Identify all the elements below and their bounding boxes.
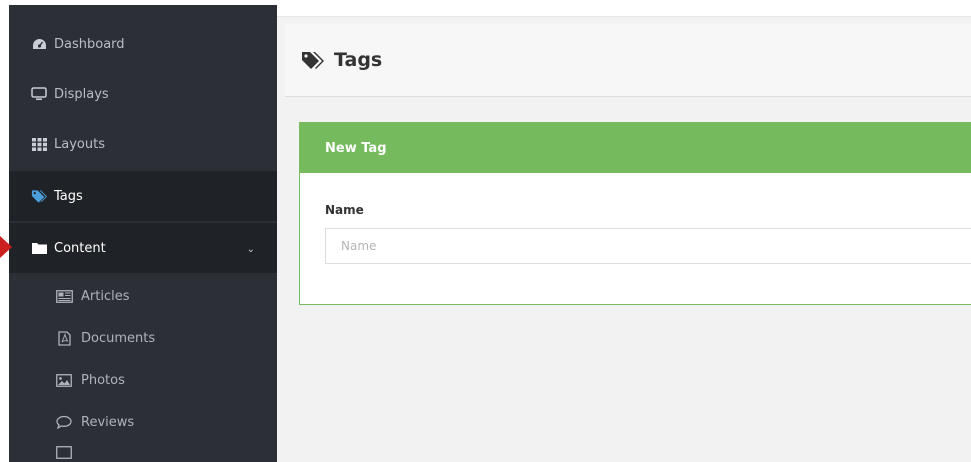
sidebar-item-label: Dashboard xyxy=(54,36,125,52)
sidebar-subitem-label: Reviews xyxy=(81,414,135,430)
newspaper-icon xyxy=(55,289,73,303)
film-icon xyxy=(55,446,73,460)
sidebar-item-content[interactable]: Content ⌄ xyxy=(9,223,277,273)
folder-icon xyxy=(31,241,47,255)
pdf-document-icon xyxy=(55,330,73,346)
comment-icon xyxy=(55,415,73,429)
sidebar-subitem-label: Documents xyxy=(81,330,156,346)
tags-icon xyxy=(31,189,47,203)
sidebar-item-layouts[interactable]: Layouts xyxy=(9,119,277,169)
sidebar: Dashboard Displays Layouts Tags Content … xyxy=(9,5,277,462)
sidebar-subitem-partial[interactable] xyxy=(9,443,277,462)
tags-icon xyxy=(301,51,325,69)
image-icon xyxy=(55,373,73,387)
dashboard-icon xyxy=(31,37,47,51)
page-title: Tags xyxy=(301,49,382,71)
sidebar-subitem-label: Articles xyxy=(81,288,130,304)
sidebar-item-label: Layouts xyxy=(54,136,105,152)
name-input[interactable] xyxy=(325,228,971,264)
sidebar-item-displays[interactable]: Displays xyxy=(9,69,277,119)
sidebar-subitem-label: Photos xyxy=(81,372,125,388)
red-pointer-arrow xyxy=(0,236,12,258)
page-title-text: Tags xyxy=(334,49,383,71)
panel-heading: New Tag xyxy=(300,123,971,173)
sidebar-item-label: Displays xyxy=(54,86,109,102)
sidebar-subitem-photos[interactable]: Photos xyxy=(9,359,277,401)
panel-title: New Tag xyxy=(325,140,387,156)
monitor-icon xyxy=(31,87,47,101)
new-tag-panel: New Tag Name xyxy=(299,122,971,305)
grid-icon xyxy=(31,137,47,151)
sidebar-subitem-reviews[interactable]: Reviews xyxy=(9,401,277,443)
sidebar-item-dashboard[interactable]: Dashboard xyxy=(9,19,277,69)
page-header: Tags xyxy=(285,24,971,97)
top-bar xyxy=(277,5,971,17)
sidebar-subitem-articles[interactable]: Articles xyxy=(9,275,277,317)
sidebar-item-tags[interactable]: Tags xyxy=(9,171,277,221)
chevron-down-icon: ⌄ xyxy=(246,244,255,255)
sidebar-item-label: Content xyxy=(54,240,106,256)
sidebar-item-label: Tags xyxy=(54,188,83,204)
sidebar-subitem-documents[interactable]: Documents xyxy=(9,317,277,359)
name-field-label: Name xyxy=(325,203,364,217)
